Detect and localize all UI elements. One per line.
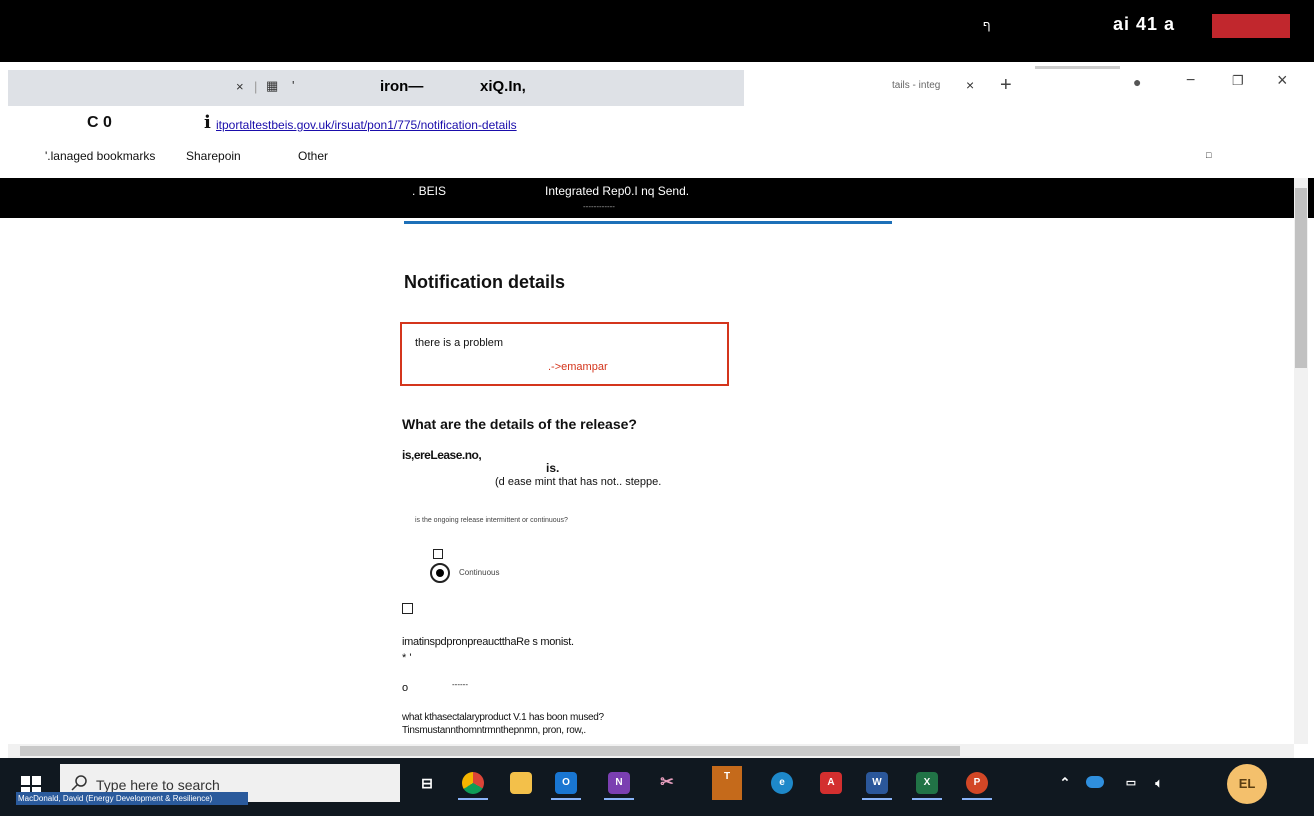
tab-tick: ' [292, 78, 295, 93]
address-bar: C 0 i itportaltestbeis.gov.uk/irsuat/pon… [0, 108, 1314, 140]
horizontal-scroll-thumb[interactable] [20, 746, 960, 756]
ongoing-release-question: is the ongoing release intermittent or c… [415, 517, 568, 524]
continuous-label: Continuous [459, 568, 500, 577]
bookmark-managed[interactable]: '.lanaged bookmarks [45, 149, 155, 163]
restore-button[interactable]: ❐ [1232, 73, 1244, 89]
header-dashes: ------------ [583, 202, 615, 211]
search-placeholder: Type here to search [96, 777, 220, 793]
tab-active[interactable]: tails - integ × [880, 72, 990, 100]
tab-close-icon[interactable]: × [236, 79, 244, 94]
profile-icon[interactable]: ● [1133, 74, 1141, 90]
intermittent-checkbox[interactable] [433, 549, 443, 559]
inactive-tab-area[interactable]: × | ▦ ' iron— xiQ.In, [8, 70, 744, 106]
reading-list-icon[interactable]: □ [1206, 150, 1211, 160]
close-window-button[interactable]: × [1277, 70, 1288, 91]
avatar[interactable]: EL [1227, 764, 1267, 804]
task-view-icon[interactable]: ⊟ [416, 772, 438, 794]
reload-button[interactable]: C 0 [87, 114, 112, 132]
vertical-scroll-thumb[interactable] [1295, 188, 1307, 368]
release-details-heading: What are the details of the release? [402, 416, 637, 432]
chrome-icon[interactable] [462, 772, 484, 794]
info-icon[interactable]: i [204, 112, 211, 133]
search-icon [71, 775, 87, 791]
onenote-icon[interactable]: N [608, 772, 630, 794]
service-name[interactable]: Integrated Rep0.I nq Send. [545, 184, 689, 198]
excel-icon[interactable]: X [916, 772, 938, 794]
acrobat-icon[interactable]: A [820, 772, 842, 794]
bookmark-other[interactable]: Other [298, 149, 328, 163]
error-summary-title: there is a problem [415, 337, 504, 349]
bookmarks-bar: '.lanaged bookmarks Sharepoin Other □ [0, 140, 1314, 172]
option-dash: ------ [452, 680, 468, 689]
release-answer: is,ereLease.no, [402, 448, 482, 462]
brand-logo[interactable]: . BEIS [412, 184, 446, 198]
url-field[interactable]: itportaltestbeis.gov.uk/irsuat/pon1/775/… [216, 118, 517, 132]
battery-icon[interactable]: ▭ [1120, 772, 1142, 794]
release-answer-suffix: is. [546, 461, 560, 475]
chevron-up-icon[interactable]: ⌃ [1054, 772, 1076, 794]
onedrive-icon[interactable] [1086, 776, 1104, 788]
minimize-button[interactable]: − [1186, 72, 1195, 90]
error-summary: there is a problem .->emampar [400, 322, 729, 386]
windows-taskbar: Type here to search ⊟ O N ✂ T e A W X P … [0, 758, 1314, 816]
page-title: Notification details [404, 272, 566, 292]
user-tooltip: MacDonald, David (Energy Development & R… [16, 792, 248, 805]
horizontal-scrollbar[interactable] [8, 744, 1294, 758]
bookmark-sharepoint[interactable]: Sharepoin [186, 149, 241, 163]
info-paragraph: imatinspdpronpreauctthaRe s monist. [402, 636, 574, 648]
tab-close-active-icon[interactable]: × [966, 77, 974, 93]
tab-drag-line [1035, 66, 1120, 69]
tab-title-1[interactable]: iron— [380, 78, 423, 95]
red-indicator [1212, 14, 1290, 38]
favicon-icon: ▦ [266, 78, 279, 93]
site-header: . BEIS Integrated Rep0.I nq Send. ------… [0, 178, 1314, 218]
tab-separator: | [254, 79, 258, 94]
required-marker: * ' [402, 652, 412, 664]
tab-title-2[interactable]: xiQ.In, [480, 78, 526, 95]
continuous-radio[interactable] [430, 563, 450, 583]
snipping-tool-icon[interactable]: ✂ [656, 772, 678, 794]
new-tab-button[interactable]: + [1000, 74, 1012, 97]
top-black-bar: ף ai 41 a [0, 0, 1314, 62]
teams-icon[interactable]: T [712, 766, 742, 800]
product-hint: Tinsmustannthomntrmnthepnmn, pron, row,. [402, 725, 586, 736]
edge-icon[interactable]: e [771, 772, 793, 794]
outlook-icon[interactable]: O [555, 772, 577, 794]
file-explorer-icon[interactable] [510, 772, 532, 794]
option-o[interactable]: o [402, 682, 408, 694]
top-caption: ai 41 a [1113, 14, 1176, 34]
release-hint: (d ease mint that has not.. steppe. [495, 476, 662, 488]
powerpoint-icon[interactable]: P [966, 772, 988, 794]
error-link[interactable]: .->emampar [548, 361, 608, 373]
volume-icon[interactable]: 🔈︎ [1148, 772, 1170, 794]
tab-strip: × | ▦ ' iron— xiQ.In, tails - integ × + … [0, 62, 1314, 108]
option-checkbox[interactable] [402, 603, 413, 614]
radio-dot [436, 569, 444, 577]
top-glyph: ף [983, 18, 991, 32]
word-icon[interactable]: W [866, 772, 888, 794]
vertical-scrollbar[interactable] [1294, 178, 1308, 744]
active-tab-title: tails - integ [892, 80, 941, 91]
header-blue-line [404, 221, 892, 224]
product-question: what kthasectalaryproduct V.1 has boon m… [402, 712, 604, 723]
